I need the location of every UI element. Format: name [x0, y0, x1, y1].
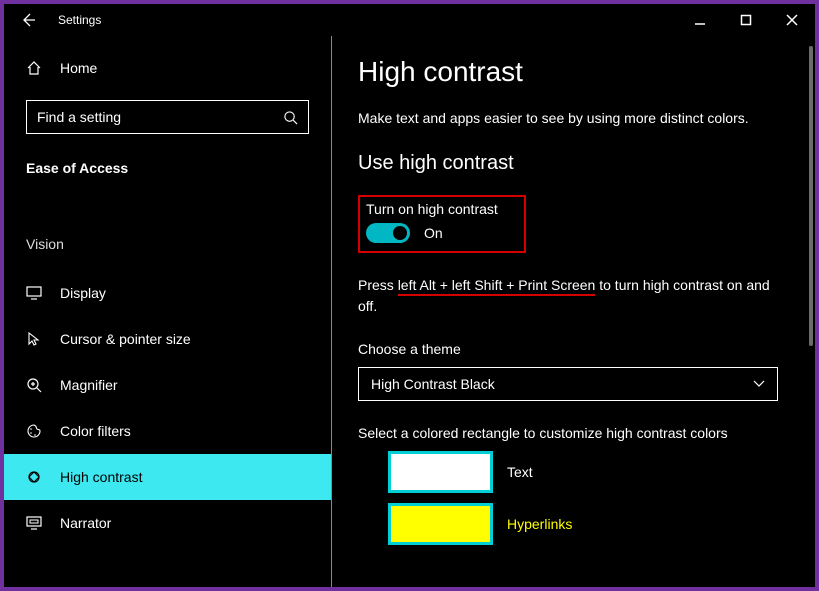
minimize-icon — [694, 14, 706, 26]
maximize-icon — [740, 14, 752, 26]
nav-list: Display Cursor & pointer size Magnifier … — [4, 270, 331, 546]
swatch-label: Text — [507, 464, 533, 480]
back-arrow-icon — [20, 12, 36, 28]
swatch-hyperlinks[interactable] — [388, 503, 493, 545]
nav-item-label: Magnifier — [60, 377, 118, 393]
swatch-text[interactable] — [388, 451, 493, 493]
swatch-intro: Select a colored rectangle to customize … — [358, 425, 785, 441]
nav-item-label: Color filters — [60, 423, 131, 439]
nav-item-label: Display — [60, 285, 106, 301]
narrator-icon — [26, 516, 42, 530]
nav-item-label: Narrator — [60, 515, 111, 531]
back-button[interactable] — [4, 4, 52, 36]
page-description: Make text and apps easier to see by usin… — [358, 110, 785, 126]
nav-group-vision: Vision — [4, 236, 331, 252]
toggle-knob — [393, 226, 407, 240]
contrast-icon — [26, 469, 42, 485]
swatch-label: Hyperlinks — [507, 516, 572, 532]
nav-item-magnifier[interactable]: Magnifier — [4, 362, 331, 408]
theme-label: Choose a theme — [358, 341, 785, 357]
main-panel: High contrast Make text and apps easier … — [332, 36, 815, 587]
window-title: Settings — [58, 13, 101, 27]
settings-window: Settings Home Ease of Access — [4, 4, 815, 587]
swatch-row-text: Text — [358, 451, 785, 493]
section-heading: Use high contrast — [358, 152, 785, 175]
theme-select[interactable]: High Contrast Black — [358, 367, 778, 401]
close-button[interactable] — [769, 4, 815, 36]
maximize-button[interactable] — [723, 4, 769, 36]
nav-home[interactable]: Home — [26, 46, 309, 90]
search-box[interactable] — [26, 100, 309, 134]
nav-item-cursor[interactable]: Cursor & pointer size — [4, 316, 331, 362]
titlebar: Settings — [4, 4, 815, 36]
home-icon — [26, 60, 42, 76]
nav-item-color-filters[interactable]: Color filters — [4, 408, 331, 454]
close-icon — [786, 14, 798, 26]
search-input[interactable] — [37, 109, 283, 125]
shortcut-hint: Press left Alt + left Shift + Print Scre… — [358, 275, 785, 317]
swatch-row-hyperlinks: Hyperlinks — [358, 503, 785, 545]
magnifier-icon — [26, 377, 42, 393]
toggle-label: Turn on high contrast — [366, 201, 498, 217]
nav-item-display[interactable]: Display — [4, 270, 331, 316]
search-icon — [283, 110, 298, 125]
chevron-down-icon — [753, 380, 765, 388]
nav-home-label: Home — [60, 60, 97, 76]
section-title: Ease of Access — [26, 160, 309, 176]
toggle-state: On — [424, 225, 443, 241]
nav-item-label: Cursor & pointer size — [60, 331, 191, 347]
palette-icon — [26, 423, 42, 439]
theme-value: High Contrast Black — [371, 376, 495, 392]
scrollbar[interactable] — [809, 46, 813, 346]
nav-item-narrator[interactable]: Narrator — [4, 500, 331, 546]
nav-item-label: High contrast — [60, 469, 142, 485]
minimize-button[interactable] — [677, 4, 723, 36]
cursor-icon — [26, 331, 42, 347]
highlight-box: Turn on high contrast On — [358, 195, 526, 253]
nav-item-high-contrast[interactable]: High contrast — [4, 454, 331, 500]
shortcut-keys: left Alt + left Shift + Print Screen — [398, 277, 596, 296]
high-contrast-toggle[interactable] — [366, 223, 410, 243]
display-icon — [26, 286, 42, 300]
page-title: High contrast — [358, 56, 785, 88]
sidebar: Home Ease of Access Vision Display Curso… — [4, 36, 332, 587]
